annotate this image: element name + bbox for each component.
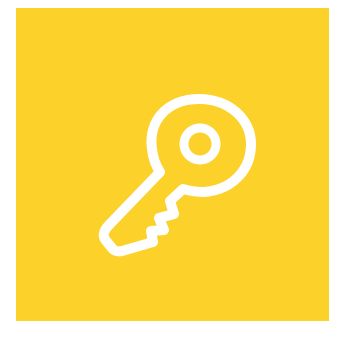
key-hole <box>179 123 221 165</box>
key-outline <box>98 94 256 257</box>
key-icon <box>98 94 256 257</box>
key-tile <box>16 8 329 321</box>
